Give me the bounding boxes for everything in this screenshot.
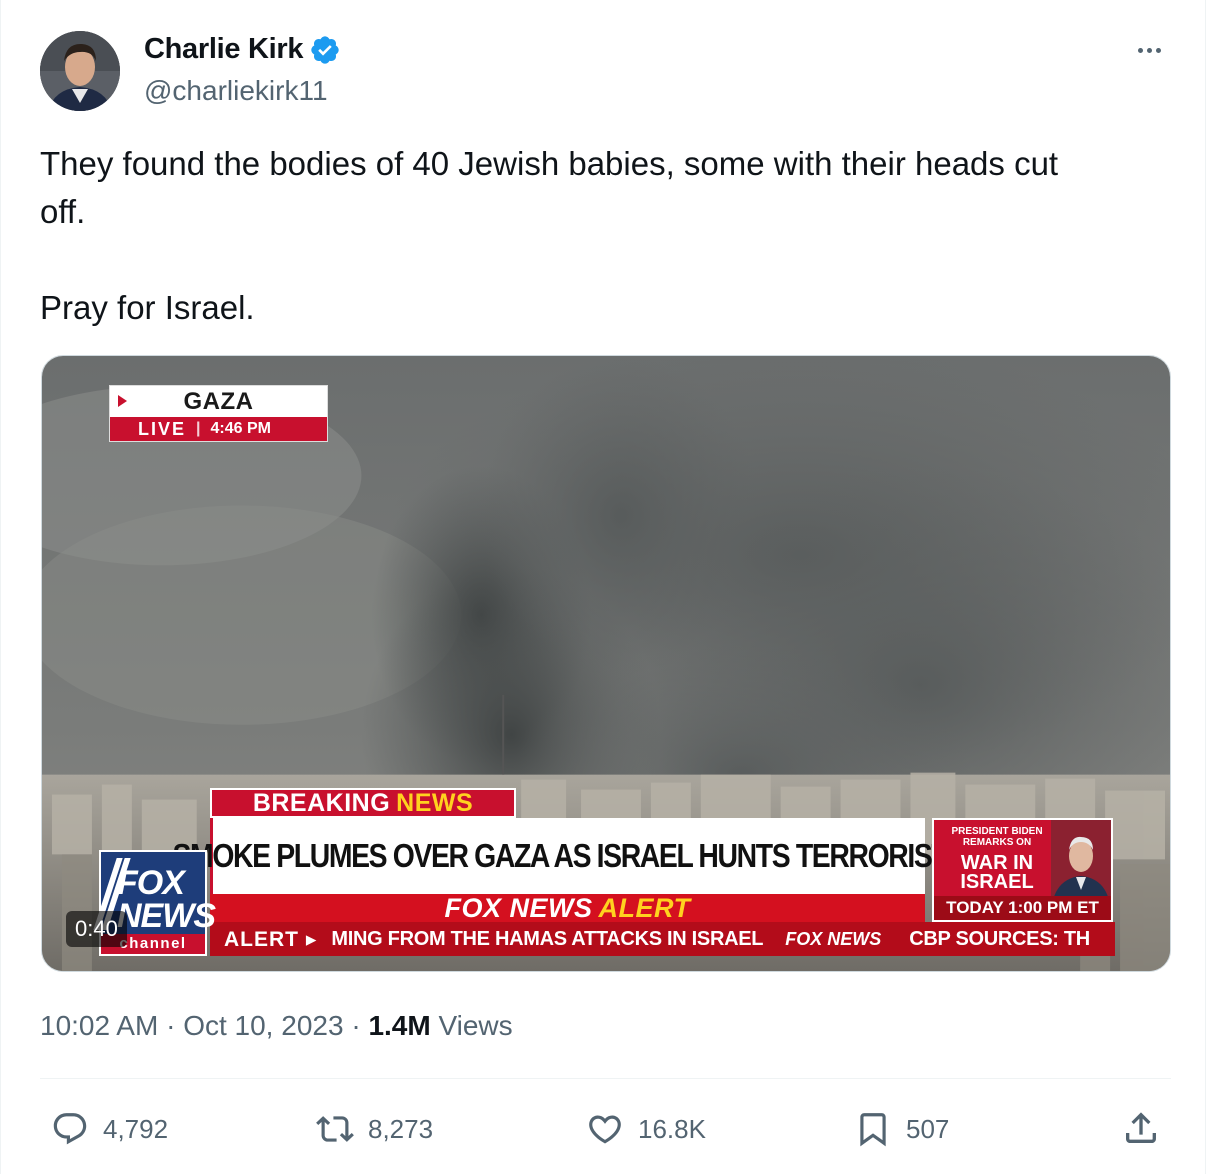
fox-news-alert-bar: FOX NEWS ALERT <box>210 892 925 923</box>
meta-separator-2: · <box>351 1010 361 1041</box>
reply-button[interactable]: 4,792 <box>51 1106 168 1152</box>
logo-middle-text: NEWS <box>117 897 216 935</box>
ticker-text-2: CBP SOURCES: TH <box>909 927 1090 950</box>
verified-badge-icon <box>311 35 339 64</box>
tweet-date[interactable]: Oct 10, 2023 <box>183 1010 343 1041</box>
display-name[interactable]: Charlie Kirk <box>144 33 303 66</box>
side-promo-box: PRESIDENT BIDEN REMARKS ON WAR IN ISRAEL… <box>932 818 1113 922</box>
reply-count: 4,792 <box>103 1113 169 1144</box>
share-button[interactable] <box>1121 1108 1161 1148</box>
meta-separator: · <box>166 1010 176 1041</box>
headline-box: SMOKE PLUMES OVER GAZA AS ISRAEL HUNTS T… <box>173 818 967 894</box>
video-duration: 0:40 <box>66 911 127 947</box>
location-bug: GAZA LIVE | 4:46 PM <box>109 385 328 442</box>
tweet-time[interactable]: 10:02 AM <box>40 1010 158 1041</box>
live-bar: LIVE | 4:46 PM <box>110 417 327 441</box>
location-label: GAZA <box>183 388 254 415</box>
bookmark-button[interactable]: 507 <box>854 1106 949 1152</box>
tweet-text: They found the bodies of 40 Jewish babie… <box>40 145 1059 326</box>
like-button[interactable]: 16.8K <box>586 1106 706 1152</box>
live-separator: | <box>196 420 201 437</box>
repost-count: 8,273 <box>368 1113 434 1144</box>
repost-button[interactable]: 8,273 <box>316 1106 433 1152</box>
ticker-text: MING FROM THE HAMAS ATTACKS IN ISRAEL <box>331 927 764 950</box>
bookmark-count: 507 <box>906 1113 950 1144</box>
alert-word: ALERT <box>598 892 691 923</box>
live-label: LIVE <box>138 418 187 439</box>
ticker-brand: FOX NEWS <box>785 928 882 949</box>
more-options-button[interactable] <box>1131 38 1167 62</box>
breaking-label: BREAKING <box>252 788 391 817</box>
side-big-text: WAR IN ISRAEL <box>960 852 1034 893</box>
side-small-text: PRESIDENT BIDEN REMARKS ON <box>951 826 1043 848</box>
tweet-card: Charlie Kirk @charliekirk11 They found t… <box>0 0 1206 1174</box>
alert-brand: FOX NEWS <box>444 892 593 923</box>
live-time: 4:46 PM <box>210 420 271 437</box>
portrait-image <box>1051 820 1111 900</box>
more-icon <box>1137 47 1143 53</box>
bookmark-icon <box>860 1113 886 1147</box>
reply-icon <box>53 1113 87 1145</box>
author-name-row[interactable]: Charlie Kirk <box>144 33 341 66</box>
like-count: 16.8K <box>638 1113 706 1144</box>
divider <box>40 1078 1171 1079</box>
author-handle[interactable]: @charliekirk11 <box>144 75 328 107</box>
repost-icon <box>316 1116 354 1142</box>
video-player[interactable]: GAZA LIVE | 4:46 PM BREAKING NEWS SMOKE … <box>41 355 1171 972</box>
ticker-label: ALERT ▸ <box>224 927 318 951</box>
like-icon <box>589 1115 621 1144</box>
news-ticker: ALERT ▸ MING FROM THE HAMAS ATTACKS IN I… <box>210 922 1115 956</box>
side-time: TODAY 1:00 PM ET <box>934 896 1111 920</box>
avatar[interactable] <box>40 31 120 111</box>
avatar-image <box>40 31 120 111</box>
share-icon <box>1126 1112 1156 1143</box>
views-count: 1.4M <box>368 1010 431 1041</box>
views-label: Views <box>438 1010 513 1041</box>
breaking-news-label: NEWS <box>396 788 474 817</box>
tweet-meta: 10:02 AM · Oct 10, 2023 · 1.4M Views <box>40 1010 513 1042</box>
headline: SMOKE PLUMES OVER GAZA AS ISRAEL HUNTS T… <box>172 837 967 874</box>
breaking-news-tag: BREAKING NEWS <box>210 788 516 818</box>
